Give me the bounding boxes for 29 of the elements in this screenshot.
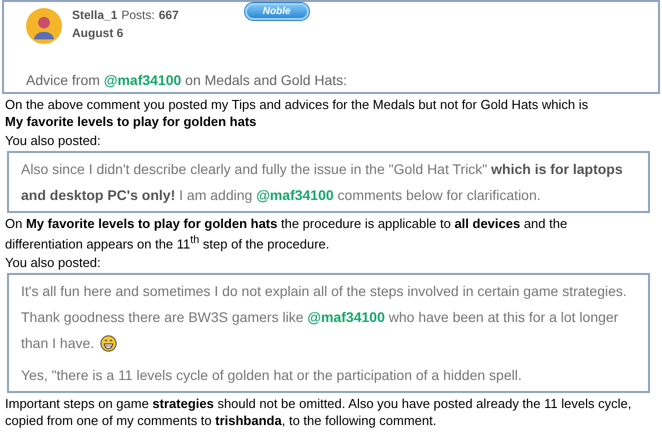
quote-text: I am adding — [178, 186, 254, 205]
comment-text: My favorite levels to play for golden hats — [5, 113, 258, 130]
author-name[interactable]: Stella_1 — [72, 8, 118, 22]
posts-count: 667 — [158, 8, 179, 22]
quote-text: which is for laptops — [491, 160, 623, 179]
mention-link[interactable]: @maf34100 — [104, 72, 182, 88]
quote-text: comments below for clarification. — [336, 186, 541, 205]
avatar[interactable] — [26, 8, 62, 44]
mention-link[interactable]: @maf34100 — [256, 182, 334, 208]
grinning-face-icon — [100, 334, 118, 352]
comment-text: copied from one of my comments to trishbanda, to the following comment. — [5, 412, 438, 430]
quote-text: who have been at this for a lot longer — [388, 308, 618, 328]
quote-text: than I have. — [21, 334, 94, 354]
rank-badge: Noble — [244, 2, 309, 20]
quote-text: Also since I didn't describe clearly and fully the issue in the "Gold Hat Trick" — [21, 160, 488, 179]
comment-text: differentiation appears on the 11$^{th}$ step of the procedure. — [5, 233, 330, 252]
quote-text: It's all fun here and sometimes I do not explain all of the steps involved in certain game strategies. — [21, 282, 627, 302]
quote-text: Yes, "there is a 11 levels cycle of golden hat or the participation of a hidden spell. — [21, 366, 522, 386]
comment-text: On My favorite levels to play for golden hats the procedure is applicable to all devices and the — [5, 215, 568, 232]
post-date: August 6 — [72, 26, 124, 40]
post-text: Advice from @maf34100 on Medals and Gold Hats: — [26, 72, 348, 88]
comment-text: You also posted: — [5, 132, 102, 149]
mention-link[interactable]: @maf34100 — [307, 304, 385, 330]
comment-text: You also posted: — [5, 254, 102, 272]
quote-text: and desktop PC's only! — [21, 186, 176, 205]
comment-text: On the above comment you posted my Tips and advices for the Medals but not for Gold Hats which is — [5, 96, 590, 113]
posts-label: Posts: — [121, 8, 155, 22]
comment-text: Important steps on game strategies should not be omitted. Also you have posted already the 11 levels cycle, — [5, 395, 632, 412]
quote-text: Thank goodness there are BW3S gamers like — [21, 308, 304, 328]
